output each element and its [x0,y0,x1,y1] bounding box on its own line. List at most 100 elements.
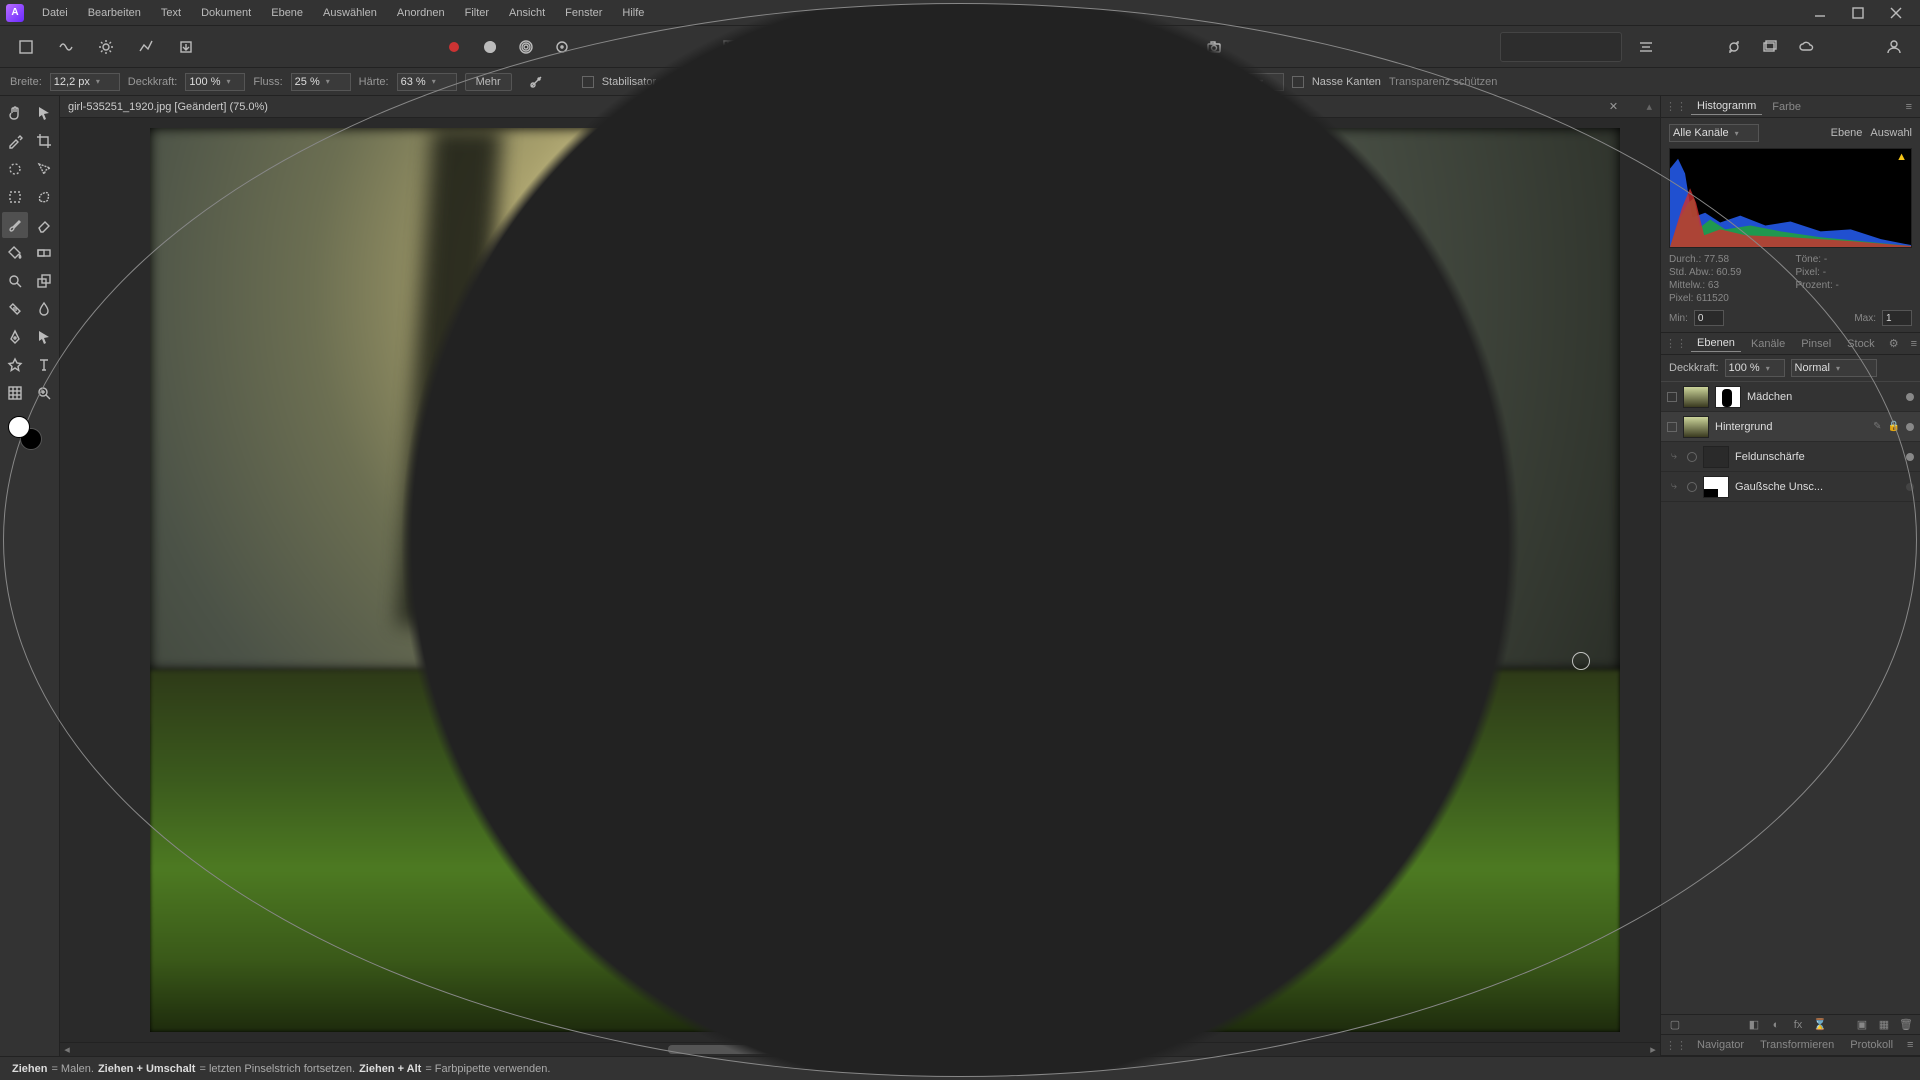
hist-max-label: Max: [1854,313,1876,324]
histogram-source-ebene[interactable]: Ebene [1831,127,1863,139]
freehand-select-tool[interactable] [31,184,57,210]
window-minimize-button[interactable] [1802,2,1838,24]
flow-label: Fluss: [253,76,282,88]
persona-tonemap-button[interactable] [130,32,162,62]
add-pixel-layer-icon[interactable]: ▦ [1876,1018,1892,1032]
layer-thumbnail[interactable] [1703,446,1729,468]
menu-ansicht[interactable]: Ansicht [499,0,555,25]
window-maximize-button[interactable] [1840,2,1876,24]
layers-panel-menu-icon[interactable]: ≡ [1907,338,1920,350]
align-icon[interactable] [1630,32,1662,62]
nav-back-button[interactable] [1503,35,1529,59]
opacity-input[interactable]: 100 % [185,73,245,91]
histogram-panel-tabs: ⋮⋮ Histogramm Farbe ≡ [1661,96,1920,118]
fill-tool[interactable] [2,240,28,266]
hscroll-left-icon[interactable]: ◂ [60,1043,74,1056]
histogram-panel-menu-icon[interactable]: ≡ [1902,101,1916,113]
stat-pixel2: Pixel: - [1796,267,1913,278]
node-tool[interactable] [31,324,57,350]
add-live-filter-icon[interactable]: ⌛ [1812,1018,1828,1032]
group-layers-icon[interactable]: ▣ [1854,1018,1870,1032]
mesh-warp-tool[interactable] [2,380,28,406]
foreground-color-swatch[interactable] [8,416,30,438]
add-mask-icon[interactable]: ◧ [1746,1018,1762,1032]
bottom-panel-tabs: ⋮⋮ Navigator Transformieren Protokoll ≡ [1661,1034,1920,1056]
hscroll-right-icon[interactable]: ▸ [1646,1043,1660,1056]
hand-tool[interactable] [2,100,28,126]
selection-brush-tool[interactable] [2,156,28,182]
stack-icon[interactable] [1754,32,1786,62]
sync-icon[interactable] [1718,32,1750,62]
tab-transformieren[interactable]: Transformieren [1754,1037,1840,1053]
width-input[interactable]: 12,2 px [50,73,120,91]
clone-tool[interactable] [31,268,57,294]
layer-visibility-toggle[interactable] [1906,453,1914,461]
layers-footer: ▢ ◧ ◐ fx ⌛ ▣ ▦ 🗑 [1661,1014,1920,1034]
menu-filter[interactable]: Filter [455,0,499,25]
crop-tool[interactable] [31,128,57,154]
window-controls [1802,2,1914,24]
shape-tool[interactable] [2,352,28,378]
nav-fwd-button[interactable] [1533,35,1559,59]
document-close-button[interactable]: ✕ [1606,100,1620,114]
menu-anordnen[interactable]: Anordnen [387,0,455,25]
erase-tool[interactable] [31,212,57,238]
delete-layer-icon[interactable]: 🗑 [1898,1018,1914,1032]
persona-develop-button[interactable] [90,32,122,62]
persona-export-button[interactable] [170,32,202,62]
layers-list: Mädchen Hintergrund ✎ 🔒 Feldunschärfe [1661,382,1920,502]
paint-brush-tool[interactable] [2,212,28,238]
contrast-icon[interactable] [474,32,506,62]
tab-navigator[interactable]: Navigator [1691,1037,1750,1053]
layer-visibility-toggle[interactable] [1906,393,1914,401]
window-close-button[interactable] [1878,2,1914,24]
healing-tool[interactable] [2,296,28,322]
pen-tool[interactable] [2,324,28,350]
menu-fenster[interactable]: Fenster [555,0,612,25]
menu-dokument[interactable]: Dokument [191,0,261,25]
marquee-tool[interactable] [2,184,28,210]
document-tab[interactable]: girl-535251_1920.jpg [Geändert] (75.0%) [68,101,268,113]
quick-mask-icon[interactable] [438,32,470,62]
tab-histogramm[interactable]: Histogramm [1691,98,1762,115]
width-label: Breite: [10,76,42,88]
smudge-tool[interactable] [31,296,57,322]
persona-photo-button[interactable] [10,32,42,62]
stat-toene: Töne: - [1796,254,1913,265]
histogram-source-auswahl[interactable]: Auswahl [1870,127,1912,139]
dodge-tool[interactable] [2,268,28,294]
status-text-1: = Malen. [51,1063,94,1075]
color-picker-tool[interactable] [2,128,28,154]
hardness-label: Härte: [359,76,389,88]
add-fx-icon[interactable]: fx [1790,1018,1806,1032]
persona-liquify-button[interactable] [50,32,82,62]
move-tool[interactable] [31,100,57,126]
menu-hilfe[interactable]: Hilfe [612,0,654,25]
menu-auswaehlen[interactable]: Auswählen [313,0,387,25]
flood-select-tool[interactable] [31,156,57,182]
add-adjustment-icon[interactable]: ◐ [1768,1018,1784,1032]
menu-ebene[interactable]: Ebene [261,0,313,25]
layer-visibility-toggle[interactable] [1906,423,1914,431]
cloud-sync-icon[interactable] [1790,32,1822,62]
vscroll-up-icon[interactable]: ▴ [1646,100,1652,113]
tab-protokoll[interactable]: Protokoll [1844,1037,1899,1053]
hist-max-input[interactable] [1882,310,1912,326]
tab-farbe[interactable]: Farbe [1766,99,1807,115]
nav-first-button[interactable] [1563,35,1589,59]
nav-last-button[interactable] [1593,35,1619,59]
menu-text[interactable]: Text [151,0,191,25]
channels-select[interactable]: Alle Kanäle [1669,124,1759,142]
account-icon[interactable] [1878,32,1910,62]
layer-filter-icon[interactable]: ▢ [1667,1018,1683,1032]
layer-thumbnail[interactable] [1703,476,1729,498]
menu-datei[interactable]: Datei [32,0,78,25]
flow-input[interactable]: 25 % [291,73,351,91]
document-title: girl-535251_1920.jpg [Geändert] (75.0%) [68,101,268,113]
menu-bearbeiten[interactable]: Bearbeiten [78,0,151,25]
status-text-3: = Farbpipette verwenden. [425,1063,550,1075]
bottom-panel-menu-icon[interactable]: ≡ [1903,1039,1917,1051]
layers-gear-icon[interactable]: ⚙ [1885,337,1903,350]
layer-row[interactable]: Feldunschärfe [1661,442,1920,472]
gradient-tool[interactable] [31,240,57,266]
